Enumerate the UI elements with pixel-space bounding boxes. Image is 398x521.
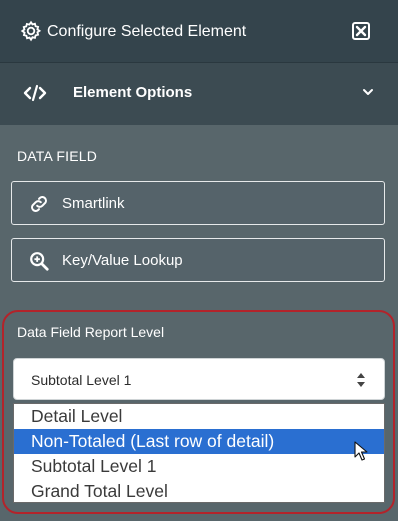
report-level-dropdown: Detail Level Non-Totaled (Last row of de… [13, 403, 385, 503]
option-detail-level[interactable]: Detail Level [14, 404, 384, 429]
element-options-header[interactable]: Element Options [0, 63, 398, 125]
data-field-heading: DATA FIELD [17, 148, 98, 164]
report-level-select[interactable]: Subtotal Level 1 [13, 358, 385, 400]
key-value-lookup-button[interactable]: Key/Value Lookup [11, 238, 385, 282]
code-icon [23, 84, 47, 102]
option-non-totaled[interactable]: Non-Totaled (Last row of detail) [14, 429, 384, 454]
link-icon [31, 196, 47, 212]
element-options-title: Element Options [73, 84, 193, 101]
smartlink-button[interactable]: Smartlink [11, 181, 385, 225]
report-level-label: Data Field Report Level [17, 324, 165, 340]
select-value: Subtotal Level 1 [31, 372, 132, 388]
search-plus-icon [30, 252, 49, 271]
chevron-down-icon[interactable] [362, 88, 374, 96]
sort-arrows-icon [357, 373, 365, 387]
panel-title: Configure Selected Element [47, 23, 247, 40]
key-value-lookup-label: Key/Value Lookup [62, 252, 183, 269]
option-grand-total-level[interactable]: Grand Total Level [14, 479, 384, 504]
mouse-pointer-icon [354, 441, 368, 461]
close-icon [355, 25, 367, 37]
smartlink-label: Smartlink [62, 195, 125, 212]
gear-icon [20, 20, 42, 42]
panel-header: Configure Selected Element [0, 0, 398, 62]
option-subtotal-level-1[interactable]: Subtotal Level 1 [14, 454, 384, 479]
close-button[interactable] [352, 22, 370, 40]
